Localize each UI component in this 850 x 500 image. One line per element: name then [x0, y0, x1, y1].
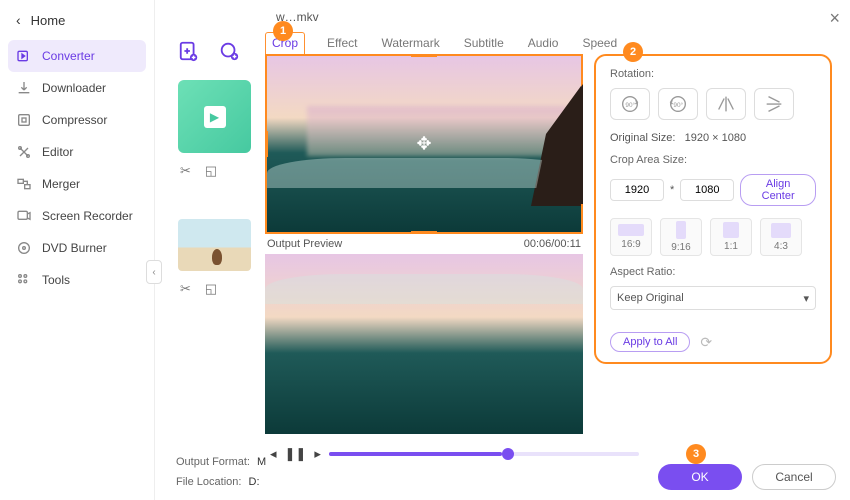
- aspect-ratio-select[interactable]: Keep Original ▾: [610, 286, 816, 310]
- crop-handle-top[interactable]: [411, 54, 437, 57]
- ratio-label: 16:9: [621, 239, 640, 250]
- seek-knob[interactable]: [502, 448, 514, 460]
- crop-preview[interactable]: ✥: [265, 54, 583, 234]
- crop-icon[interactable]: ◱: [205, 163, 217, 179]
- sidebar-item-converter[interactable]: Converter: [8, 40, 146, 72]
- crop-settings-panel: Rotation: 90° 90° Original Size: 1920 × …: [594, 54, 832, 364]
- downloader-icon: [16, 80, 32, 96]
- converter-icon: [16, 48, 32, 64]
- collapse-sidebar-button[interactable]: ‹: [146, 260, 162, 284]
- pause-button[interactable]: ❚❚: [285, 446, 307, 462]
- file-location-value: D:: [249, 476, 260, 488]
- apply-to-all-button[interactable]: Apply to All: [610, 332, 690, 352]
- original-size-value: 1920 × 1080: [685, 132, 746, 144]
- crop-area-size-label: Crop Area Size:: [610, 154, 816, 166]
- preview-area: ✥ Output Preview 00:06/00:11: [265, 54, 583, 434]
- ratio-9-16-button[interactable]: 9:16: [660, 218, 702, 256]
- sidebar-item-compressor[interactable]: Compressor: [0, 104, 154, 136]
- crop-width-input[interactable]: [610, 179, 664, 201]
- times-symbol: *: [670, 184, 674, 196]
- sidebar-item-label: Tools: [42, 273, 70, 287]
- cancel-button[interactable]: Cancel: [752, 464, 836, 490]
- badge-3: 3: [686, 444, 706, 464]
- rotation-label: Rotation:: [610, 68, 816, 80]
- sidebar-item-label: Compressor: [42, 113, 107, 127]
- chevron-down-icon: ▾: [803, 292, 809, 305]
- sidebar-item-label: Converter: [42, 49, 95, 63]
- sidebar-item-label: Editor: [42, 145, 73, 159]
- clip-thumbnail-2[interactable]: [178, 219, 251, 271]
- svg-text:90°: 90°: [673, 101, 683, 109]
- add-folder-icon[interactable]: [218, 40, 240, 62]
- add-file-icon[interactable]: [178, 40, 200, 62]
- screen-recorder-icon: [16, 208, 32, 224]
- tools-icon: [16, 272, 32, 288]
- rotate-cw-button[interactable]: 90°: [610, 88, 650, 120]
- file-location-label: File Location:: [176, 476, 241, 488]
- next-frame-button[interactable]: ▸: [314, 446, 321, 462]
- home-link[interactable]: ‹ Home: [0, 0, 154, 40]
- sidebar-item-editor[interactable]: Editor: [0, 136, 154, 168]
- player-controls: ◂ ❚❚ ▸: [270, 446, 639, 462]
- clip-thumbnail-1[interactable]: ▶: [178, 80, 251, 153]
- seek-fill: [329, 452, 503, 456]
- crop-handle-left[interactable]: [265, 131, 268, 157]
- preview-decoration: [265, 274, 583, 304]
- editor-icon: [16, 144, 32, 160]
- sidebar: ‹ Home Converter Downloader Compressor E…: [0, 0, 155, 500]
- sidebar-item-tools[interactable]: Tools: [0, 264, 154, 296]
- close-button[interactable]: ×: [829, 8, 840, 29]
- home-label: Home: [31, 13, 66, 28]
- prev-frame-button[interactable]: ◂: [270, 446, 277, 462]
- badge-2: 2: [623, 42, 643, 62]
- ok-button[interactable]: OK: [658, 464, 742, 490]
- ratio-label: 4:3: [774, 241, 788, 252]
- crop-height-input[interactable]: [680, 179, 734, 201]
- ratio-1-1-button[interactable]: 1:1: [710, 218, 752, 256]
- original-size-label: Original Size:: [610, 132, 675, 144]
- sidebar-item-label: Downloader: [42, 81, 106, 95]
- output-format-value: M: [257, 456, 266, 468]
- crop-icon[interactable]: ◱: [205, 281, 217, 297]
- crop-handle-bottom[interactable]: [411, 231, 437, 234]
- aspect-ratio-label: Aspect Ratio:: [610, 266, 816, 278]
- ratio-4-3-button[interactable]: 4:3: [760, 218, 802, 256]
- ratio-label: 1:1: [724, 241, 738, 252]
- back-icon: ‹: [16, 12, 21, 28]
- align-center-button[interactable]: Align Center: [740, 174, 816, 206]
- svg-text:90°: 90°: [625, 101, 635, 109]
- dvd-burner-icon: [16, 240, 32, 256]
- sidebar-item-screen-recorder[interactable]: Screen Recorder: [0, 200, 154, 232]
- sidebar-item-label: DVD Burner: [42, 241, 107, 255]
- badge-1: 1: [273, 21, 293, 41]
- cut-icon[interactable]: ✂: [180, 163, 191, 179]
- sidebar-item-dvd-burner[interactable]: DVD Burner: [0, 232, 154, 264]
- rotate-ccw-button[interactable]: 90°: [658, 88, 698, 120]
- sidebar-item-downloader[interactable]: Downloader: [0, 72, 154, 104]
- sidebar-item-label: Merger: [42, 177, 80, 191]
- flip-horizontal-button[interactable]: [706, 88, 746, 120]
- move-handle-icon[interactable]: ✥: [416, 134, 431, 155]
- sidebar-item-merger[interactable]: Merger: [0, 168, 154, 200]
- sidebar-item-label: Screen Recorder: [42, 209, 133, 223]
- reset-icon[interactable]: ⟳: [700, 334, 712, 351]
- output-format-label: Output Format:: [176, 456, 250, 468]
- ratio-16-9-button[interactable]: 16:9: [610, 218, 652, 256]
- output-preview: [265, 254, 583, 434]
- queue-column: ▶ ✂ ◱ ✂ ◱: [168, 40, 268, 297]
- cut-icon[interactable]: ✂: [180, 281, 191, 297]
- output-preview-label: Output Preview: [267, 238, 342, 250]
- preview-time: 00:06/00:11: [524, 238, 581, 250]
- merger-icon: [16, 176, 32, 192]
- flip-vertical-button[interactable]: [754, 88, 794, 120]
- compressor-icon: [16, 112, 32, 128]
- play-icon: ▶: [204, 106, 226, 128]
- preview-decoration: [267, 158, 581, 188]
- aspect-ratio-value: Keep Original: [617, 292, 684, 304]
- seek-slider[interactable]: [329, 452, 639, 456]
- ratio-label: 9:16: [671, 242, 690, 253]
